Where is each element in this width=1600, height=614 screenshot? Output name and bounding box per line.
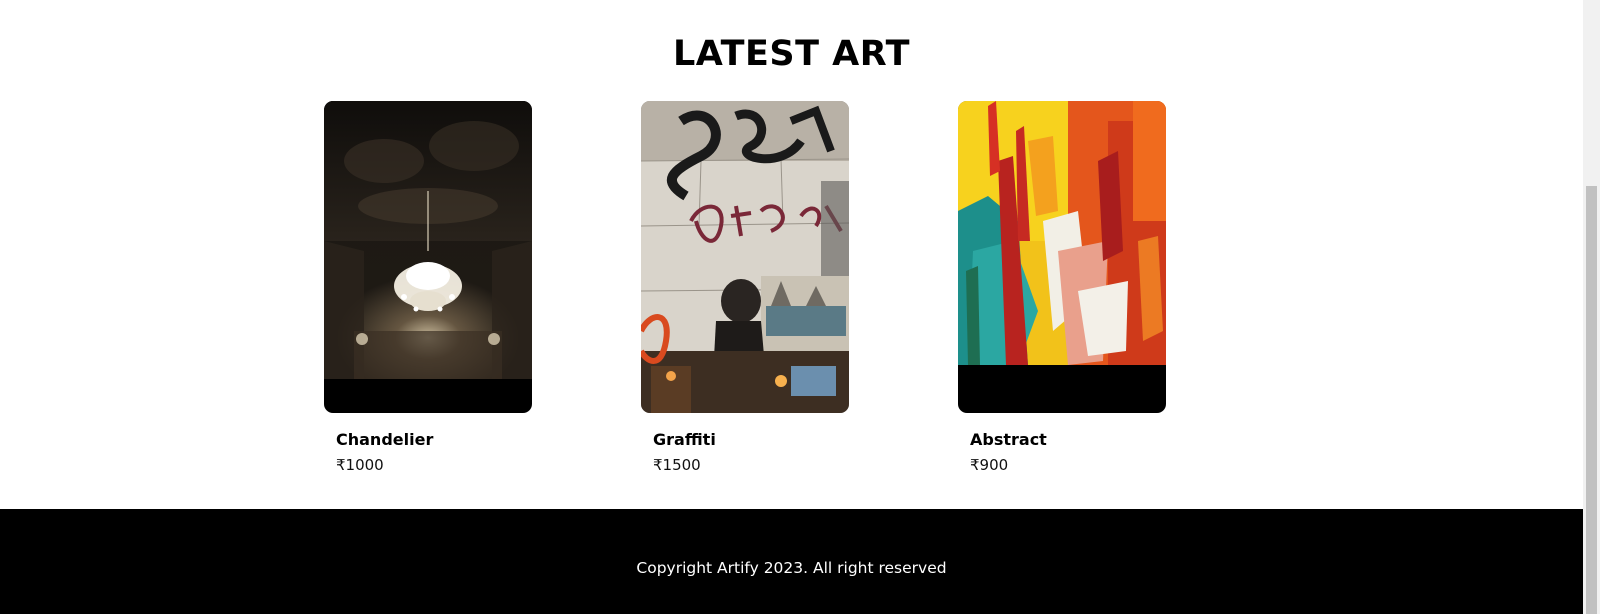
art-card-abstract[interactable]: Abstract ₹900: [958, 101, 1166, 474]
abstract-artwork: [958, 101, 1166, 365]
page-scrollbar[interactable]: [1583, 0, 1600, 614]
graffiti-artwork: [641, 101, 849, 413]
art-price: ₹1500: [653, 456, 701, 474]
art-price: ₹1000: [336, 456, 384, 474]
scrollbar-thumb[interactable]: [1586, 186, 1597, 614]
art-card-graffiti[interactable]: Graffiti ₹1500: [641, 101, 849, 474]
art-name[interactable]: Abstract: [970, 430, 1047, 449]
section-title: LATEST ART: [672, 34, 911, 74]
art-name[interactable]: Graffiti: [653, 430, 716, 449]
footer-copyright: Copyright Artify 2023. All right reserve…: [636, 559, 947, 577]
chandelier-artwork: [324, 101, 532, 379]
art-price: ₹900: [970, 456, 1009, 474]
art-image-chandelier[interactable]: [324, 101, 532, 413]
art-name[interactable]: Chandelier: [336, 430, 433, 449]
footer: Copyright Artify 2023. All right reserve…: [0, 509, 1583, 614]
art-card-chandelier[interactable]: Chandelier ₹1000: [324, 101, 532, 474]
art-image-abstract[interactable]: [958, 101, 1166, 413]
art-image-graffiti[interactable]: [641, 101, 849, 413]
page: LATEST ART Chandelier ₹1000 Graffiti ₹15…: [0, 0, 1583, 614]
